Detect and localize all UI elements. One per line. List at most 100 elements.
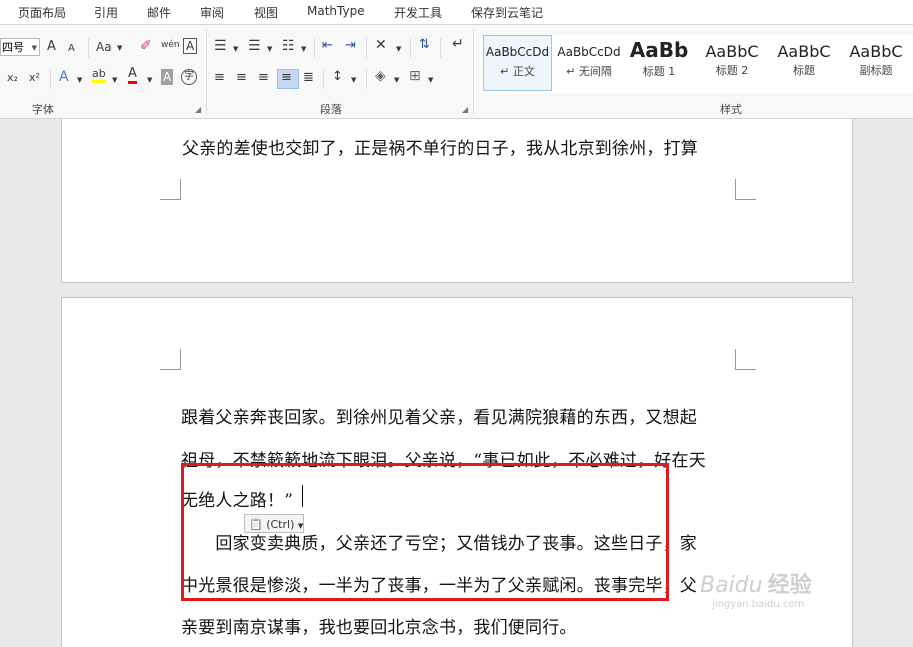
tab-page-layout[interactable]: 页面布局 bbox=[18, 4, 66, 21]
tab-save-to-cloud-note[interactable]: 保存到云笔记 bbox=[471, 4, 543, 21]
shading-icon[interactable]: ◈ bbox=[375, 68, 386, 84]
watermark-url: jingyan.baidu.com bbox=[712, 599, 805, 610]
group-label-styles: 样式 bbox=[720, 103, 742, 116]
style-sample: AaBbC bbox=[705, 42, 759, 61]
decrease-indent-icon[interactable]: ⇤ bbox=[322, 38, 333, 54]
tab-review[interactable]: 审阅 bbox=[200, 4, 224, 21]
style-no-spacing[interactable]: AaBbCcDd ↵ 无间隔 bbox=[554, 35, 624, 91]
change-case-button[interactable]: Aa bbox=[96, 39, 112, 55]
text-effects-button[interactable]: A bbox=[59, 69, 69, 85]
chevron-down-icon: ▼ bbox=[301, 45, 307, 53]
chevron-down-icon: ▼ bbox=[396, 45, 402, 53]
superscript-button[interactable]: x² bbox=[29, 70, 40, 86]
group-label-paragraph: 段落 bbox=[320, 103, 342, 116]
subscript-button[interactable]: x₂ bbox=[7, 70, 18, 86]
style-name: 标题 2 bbox=[715, 64, 749, 77]
chevron-down-icon: ▼ bbox=[117, 44, 123, 52]
divider bbox=[366, 69, 367, 89]
divider bbox=[440, 38, 441, 58]
group-label-font: 字体 bbox=[32, 103, 54, 116]
chevron-down-icon: ▼ bbox=[112, 76, 118, 84]
font-color-button[interactable]: A bbox=[128, 67, 137, 84]
watermark-brand: Baidu bbox=[700, 573, 763, 598]
dialog-launcher-icon[interactable]: ◢ bbox=[462, 105, 468, 114]
style-name: 标题 1 bbox=[642, 65, 676, 78]
style-subtitle[interactable]: AaBbC 副标题 bbox=[840, 35, 912, 91]
group-divider bbox=[206, 29, 207, 115]
text-line: 亲要到南京谋事，我也要回北京念书，我们便同行。 bbox=[181, 618, 577, 638]
distributed-icon[interactable]: ≣ bbox=[303, 70, 314, 86]
font-size-value: 四号 bbox=[2, 41, 24, 54]
character-border-button[interactable]: A bbox=[183, 38, 198, 54]
tab-developer[interactable]: 开发工具 bbox=[394, 4, 442, 21]
chevron-down-icon: ▼ bbox=[428, 76, 434, 84]
style-sample: AaBbCcDd bbox=[485, 45, 550, 59]
style-sample: AaBbC bbox=[849, 42, 903, 61]
shrink-font-button[interactable]: A bbox=[68, 41, 75, 57]
page-1[interactable]: 父亲的差使也交卸了，正是祸不单行的日子，我从北京到徐州，打算 bbox=[61, 119, 853, 283]
bullets-button[interactable]: ☰ bbox=[214, 38, 227, 54]
enclose-characters-button[interactable]: 字 bbox=[181, 69, 197, 85]
style-name: 副标题 bbox=[859, 64, 893, 77]
style-sample: AaBb bbox=[629, 38, 689, 62]
crop-mark bbox=[160, 179, 181, 200]
chevron-down-icon: ▼ bbox=[31, 44, 37, 52]
chevron-down-icon: ▼ bbox=[147, 76, 153, 84]
chevron-down-icon: ▼ bbox=[77, 76, 83, 84]
borders-icon[interactable]: ⊞ bbox=[409, 68, 421, 84]
divider bbox=[50, 69, 51, 89]
phonetic-guide-button[interactable]: wén bbox=[161, 37, 180, 53]
clear-format-icon[interactable]: ✐ bbox=[140, 38, 152, 54]
style-heading-1[interactable]: AaBb 标题 1 bbox=[626, 35, 692, 91]
tab-mailings[interactable]: 邮件 bbox=[147, 4, 171, 21]
text-highlight-button[interactable]: ab bbox=[92, 67, 106, 83]
divider bbox=[410, 38, 411, 58]
align-left-icon[interactable]: ≡ bbox=[214, 70, 225, 86]
styles-gallery: AaBbCcDd ↵ 正文 AaBbCcDd ↵ 无间隔 AaBb 标题 1 A… bbox=[480, 35, 913, 93]
text-line: 父亲的差使也交卸了，正是祸不单行的日子，我从北京到徐州，打算 bbox=[182, 139, 698, 159]
align-center-icon[interactable]: ≡ bbox=[236, 70, 247, 86]
group-divider bbox=[473, 29, 474, 115]
style-normal[interactable]: AaBbCcDd ↵ 正文 bbox=[483, 35, 552, 91]
ribbon-tab-bar: 页面布局 引用 邮件 审阅 视图 MathType 开发工具 保存到云笔记 bbox=[0, 0, 913, 25]
multilevel-list-button[interactable]: ☷ bbox=[282, 38, 295, 54]
divider bbox=[314, 38, 315, 58]
watermark-text: 经验 bbox=[767, 573, 812, 598]
style-sample: AaBbC bbox=[777, 42, 831, 61]
tab-references[interactable]: 引用 bbox=[94, 4, 118, 21]
highlight-annotation-box bbox=[181, 463, 669, 601]
chevron-down-icon: ▼ bbox=[233, 45, 239, 53]
dialog-launcher-icon[interactable]: ◢ bbox=[195, 105, 201, 114]
crop-mark bbox=[160, 349, 181, 370]
divider bbox=[88, 38, 89, 58]
increase-indent-icon[interactable]: ⇥ bbox=[345, 38, 356, 54]
character-shading-button[interactable]: A bbox=[161, 69, 174, 85]
sort-icon[interactable]: ⇅ bbox=[419, 37, 430, 53]
crop-mark bbox=[735, 349, 756, 370]
divider bbox=[323, 69, 324, 89]
style-name: ↵ 正文 bbox=[500, 65, 535, 78]
watermark: Baidu 经验 jingyan.baidu.com bbox=[700, 567, 812, 610]
style-sample: AaBbCcDd bbox=[557, 45, 621, 59]
justify-icon: ≡ bbox=[281, 70, 292, 85]
document-area[interactable]: 父亲的差使也交卸了，正是祸不单行的日子，我从北京到徐州，打算 跟着父亲奔丧回家。… bbox=[0, 119, 913, 647]
show-marks-icon[interactable]: ↵ bbox=[452, 36, 464, 52]
ribbon: 四号 ▼ A A Aa ▼ ✐ wén A x₂ x² A ▼ ab ▼ A ▼… bbox=[0, 25, 913, 119]
chevron-down-icon: ▼ bbox=[267, 45, 273, 53]
tab-view[interactable]: 视图 bbox=[254, 4, 278, 21]
line-spacing-icon[interactable]: ↕ bbox=[332, 69, 343, 85]
chinese-layout-icon[interactable]: ✕ bbox=[375, 37, 387, 53]
style-name: 标题 bbox=[793, 64, 815, 77]
style-heading-2[interactable]: AaBbC 标题 2 bbox=[696, 35, 768, 91]
style-title[interactable]: AaBbC 标题 bbox=[768, 35, 840, 91]
numbering-button[interactable]: ☰ bbox=[248, 38, 261, 54]
style-name: ↵ 无间隔 bbox=[566, 65, 612, 78]
text-line: 跟着父亲奔丧回家。到徐州见着父亲，看见满院狼藉的东西，又想起 bbox=[181, 408, 697, 428]
font-size-select[interactable]: 四号 ▼ bbox=[0, 38, 40, 56]
divider bbox=[366, 38, 367, 58]
grow-font-button[interactable]: A bbox=[47, 39, 56, 55]
tab-mathtype[interactable]: MathType bbox=[307, 4, 365, 18]
chevron-down-icon: ▼ bbox=[351, 76, 357, 84]
align-right-icon[interactable]: ≡ bbox=[258, 70, 269, 86]
crop-mark bbox=[735, 179, 756, 200]
